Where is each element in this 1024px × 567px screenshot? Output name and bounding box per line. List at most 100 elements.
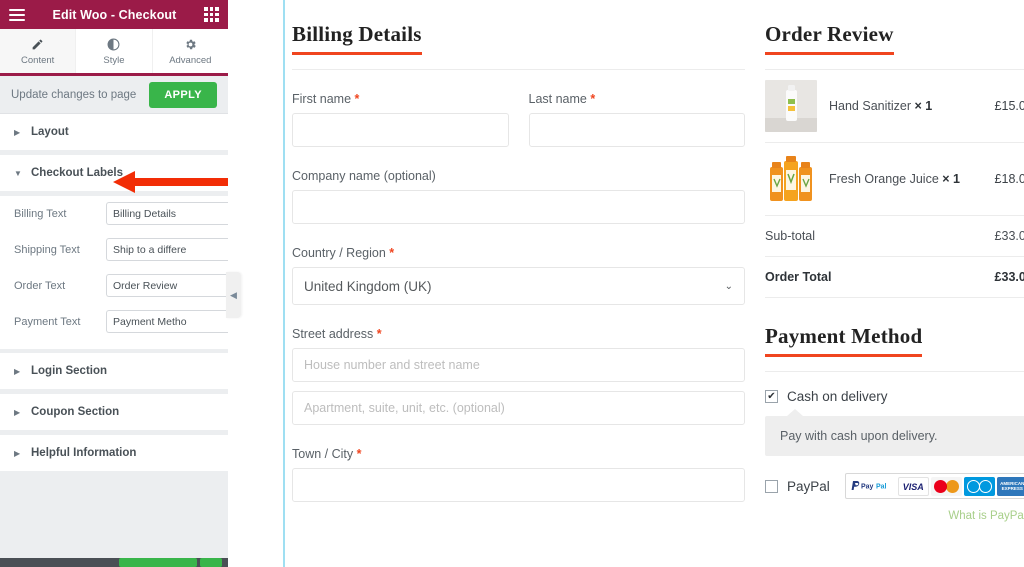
tab-advanced[interactable]: Advanced <box>153 29 228 73</box>
control-billing-text: Billing Text <box>14 202 228 225</box>
editor-tabs: Content Style Advanced <box>0 29 228 76</box>
checkout-labels-body: Billing Text Shipping Text <box>0 196 228 349</box>
street-address-label: Street address * <box>292 327 745 341</box>
what-is-paypal-link[interactable]: What is PayPal? <box>765 510 1024 522</box>
chevron-right-icon: ▶ <box>14 448 21 458</box>
maestro-card-icon <box>963 477 995 496</box>
first-name-field: First name * <box>292 92 509 147</box>
payment-option-cod[interactable]: ✔ Cash on delivery <box>765 389 1024 404</box>
shipping-text-input[interactable] <box>106 238 228 261</box>
last-name-input[interactable] <box>528 113 745 147</box>
company-field: Company name (optional) <box>292 169 745 224</box>
grid-apps-icon[interactable] <box>204 7 219 22</box>
order-item-title: Hand Sanitizer <box>829 99 911 113</box>
last-name-label: Last name * <box>529 92 746 106</box>
section-checkout-labels[interactable]: ▼ Checkout Labels <box>0 155 228 192</box>
country-select-value: United Kingdom (UK) <box>304 278 432 294</box>
company-input[interactable] <box>292 190 745 224</box>
order-item-row: Fresh Orange Juice × 1 £18.00 <box>765 143 1024 216</box>
mastercard-card-icon <box>930 477 962 496</box>
last-name-field: Last name * <box>528 92 746 147</box>
town-city-label-text: Town / City <box>292 447 354 461</box>
panel-collapse-handle[interactable]: ◀ <box>226 272 241 318</box>
country-select[interactable]: United Kingdom (UK) ⌄ <box>292 267 745 305</box>
paypal-logo-icon: Pay Pal <box>851 480 886 490</box>
tab-content[interactable]: Content <box>0 29 77 76</box>
apply-hint-text: Update changes to page <box>11 88 137 101</box>
order-item-row: Hand Sanitizer × 1 £15.00 <box>765 70 1024 143</box>
tab-style-label: Style <box>103 54 125 66</box>
required-asterisk: * <box>354 92 360 106</box>
control-payment-text: Payment Text <box>14 310 228 333</box>
control-billing-text-label: Billing Text <box>14 207 67 220</box>
publish-button[interactable] <box>119 558 197 567</box>
chevron-right-icon: ▶ <box>14 127 21 137</box>
last-name-label-text: Last name <box>528 92 587 106</box>
required-asterisk: * <box>356 447 362 461</box>
street-address-line2-input[interactable] <box>292 391 745 425</box>
cod-checkbox[interactable]: ✔ <box>765 390 778 403</box>
billing-heading-wrap: Billing Details <box>292 22 422 55</box>
required-asterisk: * <box>376 327 382 341</box>
payment-text-input[interactable] <box>106 310 228 333</box>
payment-option-paypal[interactable]: PayPal Pay Pal VISA AMERICAN EXPRESS <box>765 473 1024 499</box>
town-city-field: Town / City * <box>292 447 745 502</box>
order-item-qty: × 1 <box>942 172 960 186</box>
first-name-label-text: First name <box>292 92 352 106</box>
tab-content-label: Content <box>21 54 55 66</box>
pencil-icon <box>31 37 44 52</box>
cod-label: Cash on delivery <box>787 389 888 404</box>
payment-divider <box>765 371 1024 372</box>
section-helpful-information[interactable]: ▶ Helpful Information <box>0 435 228 472</box>
town-city-label: Town / City * <box>292 447 745 461</box>
chevron-right-icon: ▶ <box>14 366 21 376</box>
section-layout[interactable]: ▶ Layout <box>0 114 228 151</box>
subtotal-row: Sub-total £33.00 <box>765 216 1024 257</box>
street-address-line1-input[interactable] <box>292 348 745 382</box>
first-name-input[interactable] <box>292 113 509 147</box>
paypal-label: PayPal <box>787 478 830 494</box>
panel-title: Edit Woo - Checkout <box>52 7 177 22</box>
order-item-name: Fresh Orange Juice × 1 <box>829 172 983 186</box>
order-total-value: £33.00 <box>994 270 1024 284</box>
town-city-input[interactable] <box>292 468 745 502</box>
section-coupon-label: Coupon Section <box>31 406 120 418</box>
hand-sanitizer-thumbnail <box>765 80 817 132</box>
street-address-label-text: Street address <box>292 327 374 341</box>
chevron-down-icon: ⌄ <box>724 280 733 292</box>
publish-options-button[interactable] <box>200 558 222 567</box>
cod-description: Pay with cash upon delivery. <box>765 409 1024 456</box>
required-asterisk: * <box>389 246 395 260</box>
order-heading-underline <box>765 52 894 55</box>
tab-style[interactable]: Style <box>76 29 153 73</box>
subtotal-label: Sub-total <box>765 229 816 243</box>
contrast-circle-icon <box>107 37 120 52</box>
payment-heading-underline <box>765 354 923 357</box>
editor-footer-bar <box>0 558 228 567</box>
order-text-input[interactable] <box>106 274 228 297</box>
payment-heading-wrap: Payment Method <box>765 324 923 357</box>
street-address-field: Street address * <box>292 327 745 425</box>
country-label-text: Country / Region <box>292 246 386 260</box>
order-total-row: Order Total £33.00 <box>765 257 1024 298</box>
hamburger-icon[interactable] <box>9 8 25 21</box>
billing-text-input[interactable] <box>106 202 228 225</box>
amex-card-icon: AMERICAN EXPRESS <box>996 477 1024 496</box>
apply-row: Update changes to page APPLY <box>0 76 228 114</box>
billing-details-column: Billing Details First name * Last name *… <box>283 0 753 567</box>
section-coupon[interactable]: ▶ Coupon Section <box>0 394 228 431</box>
control-order-text-label: Order Text <box>14 279 66 292</box>
first-name-label: First name * <box>292 92 509 106</box>
paypal-checkbox[interactable] <box>765 479 778 493</box>
tab-advanced-label: Advanced <box>169 54 212 66</box>
chevron-left-icon: ◀ <box>230 289 237 300</box>
order-total-label: Order Total <box>765 270 832 284</box>
payment-heading: Payment Method <box>765 324 923 348</box>
billing-heading: Billing Details <box>292 22 422 46</box>
country-label: Country / Region * <box>292 246 745 260</box>
name-field-row: First name * Last name * <box>292 70 745 147</box>
gear-icon <box>184 37 197 52</box>
control-payment-text-label: Payment Text <box>14 315 81 328</box>
section-login[interactable]: ▶ Login Section <box>0 353 228 390</box>
apply-button[interactable]: APPLY <box>149 81 217 108</box>
